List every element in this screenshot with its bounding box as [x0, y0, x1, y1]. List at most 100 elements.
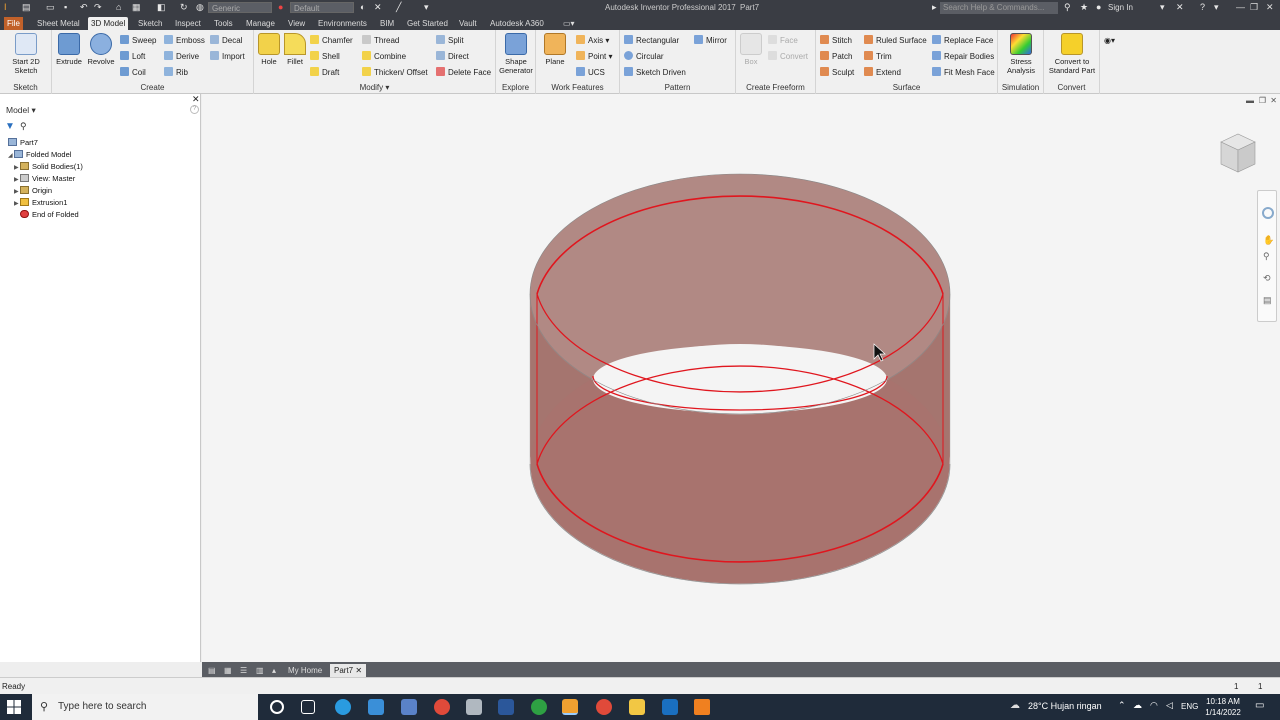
network-icon[interactable]: ◠ — [1150, 700, 1158, 711]
stress-analysis-button[interactable]: Stress Analysis — [1000, 33, 1042, 75]
weather-text[interactable]: 28°C Hujan ringan — [1028, 701, 1102, 711]
mirror-button[interactable]: Mirror — [694, 35, 727, 47]
combine-button[interactable]: Combine — [362, 51, 406, 63]
open-file-icon[interactable]: ▭ — [46, 2, 55, 14]
sculpt-button[interactable]: Sculpt — [820, 67, 854, 79]
ruled-surface-button[interactable]: Ruled Surface — [864, 35, 927, 47]
volume-icon[interactable]: ◁ — [1166, 700, 1173, 711]
steering-wheel-icon[interactable] — [1262, 207, 1274, 219]
box-button[interactable]: Box — [738, 33, 764, 66]
inventor-taskbar-icon[interactable] — [562, 699, 578, 715]
face-button[interactable]: Face — [768, 35, 798, 47]
color-override-icon[interactable]: ◐ — [360, 2, 365, 14]
derive-button[interactable]: Derive — [164, 51, 199, 63]
favorites-icon[interactable]: ★ — [1080, 2, 1088, 14]
app-logo-icon[interactable]: I — [4, 2, 7, 14]
photoshop-icon[interactable] — [662, 699, 678, 715]
tab-tools[interactable]: Tools — [211, 17, 236, 30]
shell-button[interactable]: Shell — [310, 51, 340, 63]
select-icon[interactable]: ◧ — [157, 2, 166, 14]
thread-button[interactable]: Thread — [362, 35, 399, 47]
chamfer-button[interactable]: Chamfer — [310, 35, 353, 47]
language-indicator[interactable]: ENG — [1181, 702, 1198, 711]
vlc-icon[interactable] — [694, 699, 710, 715]
repair-bodies-button[interactable]: Repair Bodies — [932, 51, 994, 63]
search-binoculars-icon[interactable]: ⚲ — [20, 121, 27, 132]
extrude-button[interactable]: Extrude — [54, 33, 84, 66]
tree-item-view-master[interactable]: ▶ View: Master — [14, 174, 75, 183]
tree-item-origin[interactable]: ▶ Origin — [14, 186, 52, 195]
restore-icon[interactable]: ❐ — [1250, 2, 1258, 13]
stitch-button[interactable]: Stitch — [820, 35, 852, 47]
orbit-icon[interactable]: ⟲ — [1263, 273, 1271, 284]
sweep-button[interactable]: Sweep — [120, 35, 156, 47]
tile-horizontal-icon[interactable]: ▤ — [204, 664, 220, 677]
zoom-icon[interactable]: ⚲ — [1263, 251, 1270, 262]
task-view-icon[interactable] — [301, 700, 315, 714]
tree-item-solid-bodies[interactable]: ▶ Solid Bodies(1) — [14, 162, 83, 171]
tab-bim[interactable]: BIM — [377, 17, 397, 30]
tab-inspect[interactable]: Inspect — [172, 17, 204, 30]
pan-icon[interactable]: ✋ — [1263, 235, 1274, 246]
appearance-combo[interactable]: Default — [290, 2, 354, 13]
tray-expand-icon[interactable]: ⌃ — [1118, 700, 1126, 711]
exchange-icon[interactable]: ✕ — [1176, 2, 1184, 14]
tab-close-icon[interactable]: ✕ — [355, 666, 362, 675]
new-file-icon[interactable]: ▤ — [22, 2, 31, 14]
viewcube-icon[interactable] — [1213, 128, 1263, 178]
tree-item-extrusion1[interactable]: ▶ Extrusion1 — [14, 198, 67, 207]
draft-button[interactable]: Draft — [310, 67, 339, 79]
store-icon[interactable] — [368, 699, 384, 715]
file-explorer-icon[interactable] — [629, 699, 645, 715]
patch-button[interactable]: Patch — [820, 51, 852, 63]
decal-button[interactable]: Decal — [210, 35, 242, 47]
redo-icon[interactable]: ↷ — [94, 2, 102, 14]
expand-search-icon[interactable]: ▸ — [932, 2, 937, 14]
split-button[interactable]: Split — [436, 35, 464, 47]
freeform-convert-button[interactable]: Convert — [768, 51, 808, 63]
fit-mesh-face-button[interactable]: Fit Mesh Face — [932, 67, 995, 79]
edge-icon[interactable] — [335, 699, 351, 715]
look-at-icon[interactable]: ▤ — [1263, 295, 1272, 306]
tab-my-home[interactable]: My Home — [284, 664, 326, 677]
rib-button[interactable]: Rib — [164, 67, 188, 79]
import-button[interactable]: Import — [210, 51, 245, 63]
measure-icon[interactable]: ╱ — [396, 2, 401, 14]
convert-to-standard-part-button[interactable]: Convert to Standard Part — [1046, 33, 1098, 75]
close-icon[interactable]: ✕ — [1266, 2, 1274, 13]
thicken-offset-button[interactable]: Thicken/ Offset — [362, 67, 428, 79]
taskbar-clock[interactable]: 10:18 AM 1/14/2022 — [1203, 696, 1243, 718]
axis-button[interactable]: Axis ▾ — [576, 35, 609, 47]
replace-face-button[interactable]: Replace Face — [932, 35, 993, 47]
app-green-icon[interactable] — [531, 699, 547, 715]
properties-icon[interactable]: ▦ — [132, 2, 141, 14]
notifications-icon[interactable]: ▭ — [1255, 700, 1264, 711]
tab-sketch[interactable]: Sketch — [135, 17, 165, 30]
update-icon[interactable]: ↻ — [180, 2, 188, 14]
loft-button[interactable]: Loft — [120, 51, 145, 63]
graphics-window[interactable]: ▬ ❐ ✕ — [202, 94, 1280, 662]
point-button[interactable]: Point ▾ — [576, 51, 612, 63]
ucs-button[interactable]: UCS — [576, 67, 605, 79]
globe-icon[interactable]: ◍ — [196, 2, 204, 14]
tree-item-folded-model[interactable]: ◢ Folded Model — [8, 150, 71, 159]
browser-title[interactable]: Model ▾ — [6, 105, 36, 116]
shape-generator-button[interactable]: Shape Generator — [497, 33, 535, 75]
tab-sheet-metal[interactable]: Sheet Metal — [34, 17, 83, 30]
tile-grid-icon[interactable]: ▦ — [220, 664, 236, 677]
tab-manage[interactable]: Manage — [243, 17, 278, 30]
cortana-icon[interactable] — [270, 700, 284, 714]
start-2d-sketch-button[interactable]: Start 2D Sketch — [4, 33, 48, 75]
onedrive-icon[interactable]: ☁ — [1133, 700, 1142, 711]
binoculars-icon[interactable]: ⚲ — [1064, 2, 1071, 14]
clear-icon[interactable]: ✕ — [374, 2, 382, 14]
tab-part7[interactable]: Part7 ✕ — [330, 664, 367, 677]
rectangular-pattern-button[interactable]: Rectangular — [624, 35, 679, 47]
minimize-icon[interactable]: — — [1236, 2, 1245, 12]
cylinder-model[interactable] — [529, 173, 951, 585]
tab-3d-model[interactable]: 3D Model — [88, 17, 129, 30]
tab-options-icon[interactable]: ▭▾ — [560, 17, 578, 30]
undo-icon[interactable]: ↶ — [80, 2, 88, 14]
home-icon[interactable]: ⌂ — [116, 2, 121, 14]
tab-get-started[interactable]: Get Started — [404, 17, 451, 30]
